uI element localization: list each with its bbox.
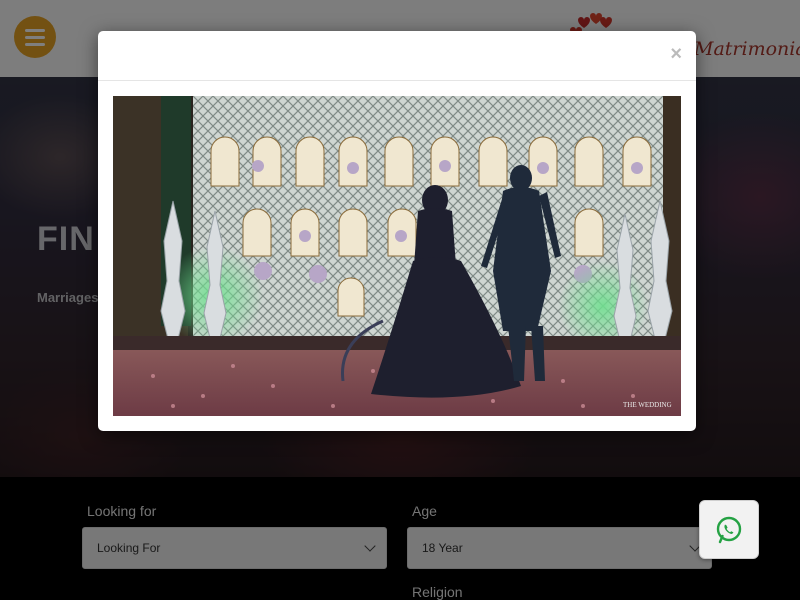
whatsapp-icon — [716, 516, 742, 543]
wedding-video[interactable]: THE WEDDING — [113, 96, 681, 416]
whatsapp-button[interactable] — [699, 500, 759, 559]
video-frame: THE WEDDING — [113, 96, 681, 416]
close-icon[interactable]: × — [670, 44, 682, 64]
video-watermark: THE WEDDING — [623, 401, 672, 409]
video-modal: × THE WEDDING — [98, 31, 696, 431]
modal-header: × — [98, 31, 696, 81]
